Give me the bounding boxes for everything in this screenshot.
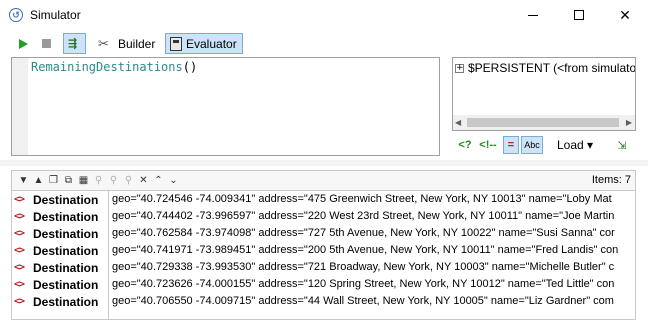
result-tag: <> Destination	[12, 225, 108, 242]
variables-toolbar: <? <!-- = Abc Load ▾ ⇲	[452, 134, 636, 156]
collapse-all-icon[interactable]: ⌃	[151, 174, 166, 188]
comment-button[interactable]: <!--	[476, 136, 500, 154]
result-row[interactable]: <> Destination geo="40.706550 -74.009715" …	[12, 293, 635, 310]
find-icon[interactable]: ⚲	[91, 174, 106, 188]
builder-label: Builder	[118, 36, 156, 51]
duplicate-icon[interactable]: ⧉	[61, 174, 76, 188]
scroll-left-icon[interactable]: ◀	[455, 118, 461, 127]
element-icon: <>	[14, 295, 25, 307]
expand-icon[interactable]: +	[455, 63, 464, 73]
load-dropdown[interactable]: Load ▾	[551, 136, 599, 154]
editor-gutter	[12, 58, 28, 155]
result-row[interactable]: <> Destination geo="40.741971 -73.989451" …	[12, 242, 635, 259]
main-toolbar: ⇶ ✂ Builder Evaluator	[0, 30, 648, 56]
export-icon[interactable]: ⇲	[613, 136, 631, 154]
expand-all-icon[interactable]: ⌄	[166, 174, 181, 188]
result-row[interactable]: <> Destination geo="40.729338 -73.993530" …	[12, 259, 635, 276]
element-name: Destination	[33, 192, 99, 207]
move-up-icon[interactable]: ▲	[31, 174, 46, 188]
variable-row[interactable]: + $PERSISTENT (<from simulato	[455, 61, 636, 75]
title-bar: ↺ Simulator ✕	[0, 0, 648, 30]
copy-icon[interactable]: ❐	[46, 174, 61, 188]
xpath-button[interactable]: <?	[455, 136, 475, 154]
results-toolbar-icons: ▼ ▲ ❐ ⧉ ▦ ⚲ ⚲ ⚲ ✕ ⌃ ⌄	[16, 174, 181, 188]
tools-icon: ✂	[98, 35, 109, 51]
window-title: Simulator	[30, 8, 81, 22]
result-row[interactable]: <> Destination geo="40.724546 -74.009341" …	[12, 191, 635, 208]
element-name: Destination	[33, 260, 99, 275]
result-tag: <> Destination	[12, 191, 108, 208]
splitter[interactable]	[0, 160, 648, 166]
close-button[interactable]: ✕	[602, 0, 648, 30]
equals-button[interactable]: =	[503, 136, 519, 154]
element-attributes: geo="40.729338 -73.993530" address="721 …	[112, 261, 615, 273]
evaluator-button[interactable]: Evaluator	[165, 33, 243, 54]
maximize-icon	[574, 10, 584, 20]
function-parens: ()	[182, 60, 198, 74]
result-tag: <> Destination	[12, 293, 108, 310]
evaluator-label: Evaluator	[186, 36, 237, 51]
element-name: Destination	[33, 226, 99, 241]
result-row[interactable]: <> Destination geo="40.744402 -73.996597" …	[12, 208, 635, 225]
grid-icon[interactable]: ▦	[76, 174, 91, 188]
text-mode-button[interactable]: Abc	[521, 136, 543, 154]
expression-text[interactable]: RemainingDestinations()	[31, 60, 197, 74]
clear-icon[interactable]: ✕	[136, 174, 151, 188]
minimize-button[interactable]	[510, 0, 556, 30]
scroll-right-icon[interactable]: ▶	[626, 118, 632, 127]
result-tag: <> Destination	[12, 208, 108, 225]
element-icon: <>	[14, 210, 25, 222]
result-row[interactable]: <> Destination geo="40.723626 -74.000155" …	[12, 276, 635, 293]
element-icon: <>	[14, 261, 25, 273]
function-name: RemainingDestinations	[31, 60, 183, 74]
variables-panel: + $PERSISTENT (<from simulato ◀ ▶	[452, 57, 636, 131]
element-attributes: geo="40.744402 -73.996597" address="220 …	[112, 210, 615, 222]
result-tag: <> Destination	[12, 276, 108, 293]
element-icon: <>	[14, 193, 25, 205]
step-into-button[interactable]: ⇶	[63, 33, 86, 54]
builder-button[interactable]: ✂ Builder	[94, 33, 158, 54]
element-name: Destination	[33, 209, 99, 224]
element-attributes: geo="40.762584 -73.974098" address="727 …	[112, 227, 615, 239]
maximize-button[interactable]	[556, 0, 602, 30]
stop-icon	[42, 39, 51, 48]
close-icon: ✕	[619, 7, 631, 23]
element-attributes: geo="40.741971 -73.989451" address="200 …	[112, 244, 619, 256]
results-toolbar: ▼ ▲ ❐ ⧉ ▦ ⚲ ⚲ ⚲ ✕ ⌃ ⌄ Items: 7	[11, 170, 636, 190]
horizontal-scrollbar[interactable]: ◀ ▶	[453, 115, 635, 130]
element-name: Destination	[33, 243, 99, 258]
move-down-icon[interactable]: ▼	[16, 174, 31, 188]
element-attributes: geo="40.724546 -74.009341" address="475 …	[112, 193, 612, 205]
stop-button[interactable]	[37, 33, 53, 54]
element-attributes: geo="40.723626 -74.000155" address="120 …	[112, 278, 615, 290]
run-button[interactable]	[13, 33, 31, 54]
step-into-icon: ⇶	[68, 38, 77, 50]
find-prev-icon[interactable]: ⚲	[106, 174, 121, 188]
element-name: Destination	[33, 294, 99, 309]
element-attributes: geo="40.706550 -74.009715" address="44 W…	[112, 295, 614, 307]
element-icon: <>	[14, 227, 25, 239]
scrollbar-thumb[interactable]	[467, 118, 619, 127]
result-tag: <> Destination	[12, 242, 108, 259]
element-icon: <>	[14, 278, 25, 290]
element-icon: <>	[14, 244, 25, 256]
results-list: <> Destination geo="40.724546 -74.009341" …	[11, 190, 636, 320]
element-name: Destination	[33, 277, 99, 292]
find-next-icon[interactable]: ⚲	[121, 174, 136, 188]
items-count: Items: 7	[591, 174, 631, 186]
result-tag: <> Destination	[12, 259, 108, 276]
play-icon	[19, 38, 28, 49]
variable-name: $PERSISTENT (<from simulato	[468, 61, 636, 75]
result-row[interactable]: <> Destination geo="40.762584 -73.974098" …	[12, 225, 635, 242]
expression-editor[interactable]: RemainingDestinations()	[11, 57, 440, 156]
simulator-app-icon: ↺	[9, 8, 23, 22]
minimize-icon	[528, 14, 538, 16]
calculator-icon	[170, 36, 182, 51]
